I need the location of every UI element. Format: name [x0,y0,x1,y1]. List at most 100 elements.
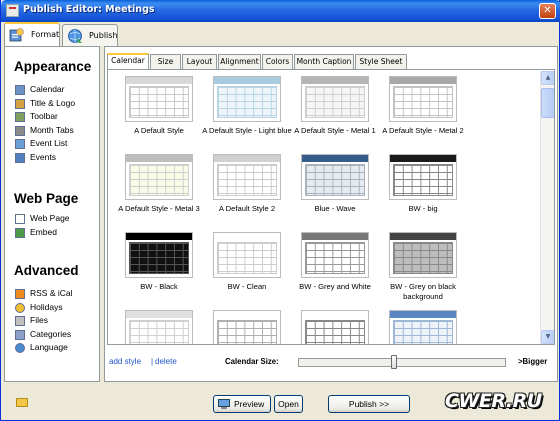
style-thumbnail[interactable]: A Default Style - Metal 2 [379,72,467,152]
calendar-size-slider-knob[interactable] [390,355,397,369]
main-panel: Calendar Size Layout Alignment Colors Month C… [104,46,558,382]
style-thumbnail[interactable]: BW - Black [115,228,203,308]
style-thumbnail[interactable] [203,306,291,344]
calendar-preview-image [125,154,193,200]
watermark: CWER.RU [441,386,559,420]
style-thumbnail[interactable]: A Default Style [115,72,203,152]
web-page-icon [15,214,25,224]
style-thumbnail[interactable] [291,306,379,344]
calendar-preview-image [389,154,457,200]
style-name: A Default Style [134,126,184,135]
style-thumbnail[interactable] [115,306,203,344]
calendar-preview-image [213,154,281,200]
subtab-colors[interactable]: Colors [262,54,293,69]
calendar-size-slider[interactable] [298,358,506,367]
section-webpage-title: Web Page [14,191,79,206]
style-thumbnail[interactable]: A Default Style - Light blue [202,72,292,152]
section-appearance-title: Appearance [14,59,92,74]
style-thumbnail[interactable]: BW - Grey and White [291,228,379,308]
calendar-icon [15,85,25,95]
subtab-alignment[interactable]: Alignment [218,54,261,69]
style-name: A Default Style - Metal 2 [382,126,464,135]
scrollbar-thumb[interactable] [541,88,554,118]
sidebar-item-label: Web Page [30,213,70,223]
sidebar: Appearance Calendar Title & Logo Toolbar Mo… [4,46,100,382]
arrow-up-icon: ▲ [545,74,551,81]
calendar-preview-image [301,76,369,122]
title-bar[interactable]: Publish Editor: Meetings ✕ [1,0,560,22]
publish-editor-window: Publish Editor: Meetings ✕ Format Publis… [0,0,560,421]
style-name: BW - Grey and White [299,282,371,291]
gallery-controls: add style | delete Calendar Size: >Bigge… [105,352,557,374]
format-icon [9,28,24,42]
preview-button[interactable]: Preview [213,395,271,413]
style-name: BW - Grey on black background [390,282,456,301]
sidebar-item-label: Language [30,342,68,352]
style-name: A Default Style 2 [218,204,276,213]
publish-button[interactable]: Publish >> [328,395,410,413]
gallery-scrollbar[interactable]: ▲ ▼ [540,71,554,344]
subtab-calendar[interactable]: Calendar [107,53,149,70]
window-title: Publish Editor: Meetings [23,4,155,15]
calendar-preview-image [213,232,281,278]
title-logo-icon [15,98,25,109]
calendar-preview-image [301,154,369,200]
delete-style-link[interactable]: delete [155,357,177,366]
folder-icon[interactable] [16,398,28,407]
close-button[interactable]: ✕ [539,3,556,19]
add-style-link[interactable]: add style [109,357,141,366]
style-thumbnail[interactable]: A Default Style - Metal 3 [115,150,203,230]
style-name: A Default Style - Metal 1 [294,126,376,135]
close-icon: ✕ [543,5,552,16]
preview-label: Preview [234,399,265,409]
style-gallery: A Default Style A Default Style - Light b… [107,69,555,345]
arrow-down-icon: ▼ [545,333,551,340]
style-thumbnail[interactable]: BW - big [379,150,467,230]
style-name: BW - Black [140,282,178,291]
style-thumbnail[interactable]: BW - Clean [203,228,291,308]
calendar-size-label: Calendar Size: [225,357,279,366]
subtab-month-caption[interactable]: Month Caption [294,54,354,69]
style-name: Blue - Wave [314,204,356,213]
style-thumbnail[interactable]: A Default Style 2 [203,150,291,230]
files-icon [15,316,25,326]
sidebar-item-label: Holidays [30,301,63,312]
holidays-icon [15,302,25,313]
style-thumbnail[interactable]: BW - Grey on black background [379,228,467,308]
style-name: BW - big [408,204,438,213]
calendar-preview-image [301,310,369,344]
watermark-text: CWER.RU [445,390,542,412]
sidebar-item-label: Events [30,151,56,162]
sidebar-item-label: Event List [30,138,68,148]
subtab-size[interactable]: Size [150,54,181,69]
sidebar-item-label: RSS & iCal [30,288,73,298]
scroll-down-button[interactable]: ▼ [541,330,554,344]
sidebar-item-label: Month Tabs [30,124,74,135]
sidebar-item-label: Files [30,315,48,325]
tab-format[interactable]: Format [4,22,60,47]
style-thumbnail[interactable]: A Default Style - Metal 1 [291,72,379,152]
tab-publish[interactable]: Publish [62,24,118,46]
style-name: A Default Style - Light blue [202,126,292,135]
calendar-preview-image [125,76,193,122]
subtab-style-sheet[interactable]: Style Sheet [355,54,407,69]
scroll-up-button[interactable]: ▲ [541,71,554,85]
publish-icon [68,29,82,43]
calendar-preview-image [389,232,457,278]
style-thumbnail[interactable]: Blue - Wave [291,150,379,230]
style-thumbnail[interactable] [379,306,467,344]
calendar-preview-image [389,76,457,122]
calendar-preview-image [389,310,457,344]
tab-format-label: Format [31,30,60,39]
sidebar-item-label: Title & Logo [30,97,76,108]
open-button[interactable]: Open [274,395,303,413]
month-tabs-icon [15,125,25,136]
section-advanced-title: Advanced [14,263,79,278]
link-separator: | [151,357,154,366]
publish-label: Publish >> [348,399,390,409]
events-icon [15,152,25,163]
calendar-preview-image [125,232,193,278]
sidebar-item-label: Embed [30,226,57,237]
bigger-label: >Bigger [518,357,548,366]
subtab-layout[interactable]: Layout [182,54,217,69]
